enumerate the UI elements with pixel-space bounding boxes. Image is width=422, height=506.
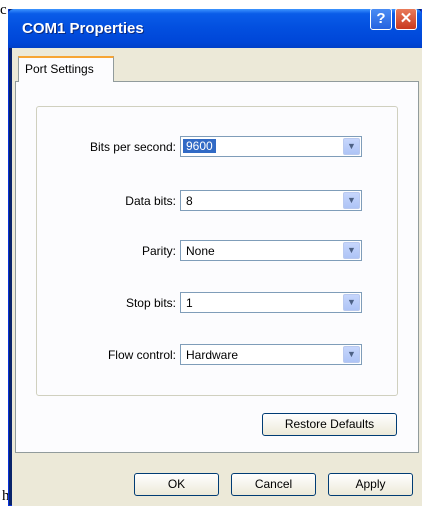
bits-per-second-select[interactable]: 9600 ▼ (180, 136, 362, 157)
stop-bits-select[interactable]: 1 ▼ (180, 292, 362, 313)
data-bits-value: 8 (186, 194, 193, 208)
apply-button[interactable]: Apply (328, 473, 413, 496)
parity-select[interactable]: None ▼ (180, 240, 362, 261)
flow-control-value: Hardware (186, 348, 239, 362)
help-button[interactable]: ? (370, 8, 392, 30)
chevron-down-icon[interactable]: ▼ (343, 138, 360, 155)
window-title: COM1 Properties (22, 20, 144, 37)
parity-label: Parity: (141, 244, 176, 258)
title-bar[interactable]: COM1 Properties (8, 9, 422, 48)
chevron-down-icon[interactable]: ▼ (343, 294, 360, 311)
bits-per-second-label: Bits per second: (89, 140, 176, 154)
ok-button[interactable]: OK (134, 473, 219, 496)
chevron-down-icon[interactable]: ▼ (343, 192, 360, 209)
stop-bits-value: 1 (186, 296, 193, 310)
cancel-button[interactable]: Cancel (231, 473, 316, 496)
help-icon: ? (376, 10, 386, 27)
data-bits-select[interactable]: 8 ▼ (180, 190, 362, 211)
flow-control-label: Flow control: (107, 348, 176, 362)
tab-port-settings[interactable]: Port Settings (18, 56, 114, 82)
chevron-down-icon[interactable]: ▼ (343, 242, 360, 259)
close-button[interactable]: ✕ (395, 8, 417, 30)
restore-defaults-button[interactable]: Restore Defaults (262, 413, 397, 436)
background-text-fragment: c (0, 2, 7, 18)
bits-per-second-value: 9600 (183, 139, 216, 153)
chevron-down-icon[interactable]: ▼ (343, 346, 360, 363)
close-icon: ✕ (399, 10, 413, 27)
data-bits-label: Data bits: (125, 194, 176, 208)
stop-bits-label: Stop bits: (125, 296, 176, 310)
parity-value: None (186, 244, 215, 258)
flow-control-select[interactable]: Hardware ▼ (180, 344, 362, 365)
